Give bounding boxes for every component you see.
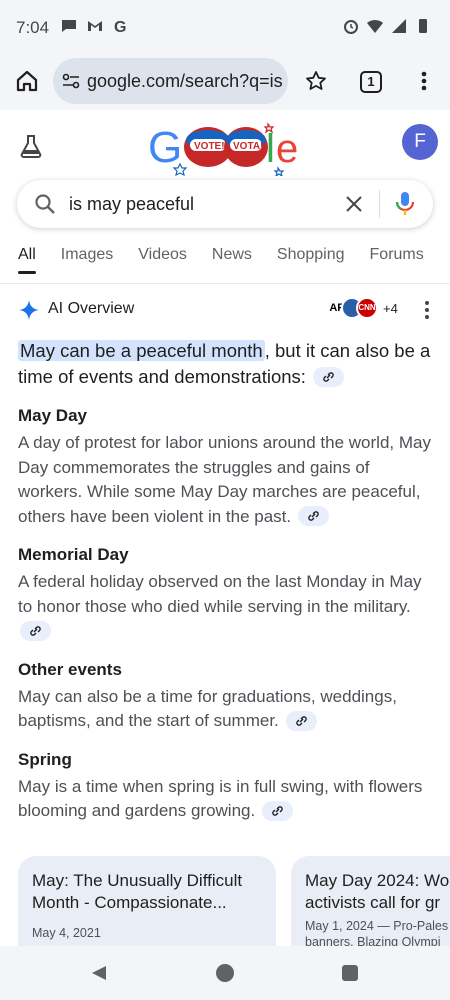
system-icons xyxy=(342,17,432,35)
citation-link[interactable] xyxy=(297,506,329,527)
section-title: Memorial Day xyxy=(18,545,129,564)
home-icon[interactable] xyxy=(14,68,40,94)
link-icon xyxy=(323,372,334,382)
signal-icon xyxy=(392,19,406,33)
search-tabs: All Images Videos News Shopping Forums xyxy=(18,246,449,274)
link-icon xyxy=(308,511,319,521)
google-g-icon: G xyxy=(114,19,126,35)
back-icon[interactable] xyxy=(90,964,108,982)
status-bar: 7:04 G xyxy=(0,0,450,56)
tab-news[interactable]: News xyxy=(212,246,252,272)
link-icon xyxy=(30,625,41,636)
search-input[interactable]: is may peaceful xyxy=(69,194,194,215)
highlighted-answer: May can be a peaceful month xyxy=(18,340,265,361)
battery-icon xyxy=(419,19,427,33)
account-avatar[interactable]: F xyxy=(402,124,438,160)
svg-text:e: e xyxy=(276,127,298,171)
more-sources-count: +4 xyxy=(383,300,398,316)
section-memorial-day: Memorial Day A federal holiday observed … xyxy=(18,543,436,644)
citation-link[interactable] xyxy=(261,800,293,821)
section-title: Spring xyxy=(18,749,72,769)
section-body: May is a time when spring is in full swi… xyxy=(18,776,423,821)
source-card-title: May: The Unusually Difficult Month - Com… xyxy=(32,871,243,912)
section-title: Other events xyxy=(18,659,122,679)
labs-flask-icon[interactable] xyxy=(18,133,44,159)
link-icon xyxy=(272,805,283,816)
source-avatars[interactable]: AP CNN +4 xyxy=(326,297,398,319)
browser-toolbar: google.com/search?q=is 1 xyxy=(0,56,450,110)
svg-text:VOTA!: VOTA! xyxy=(233,141,263,152)
source-cnn-logo: CNN xyxy=(356,297,378,319)
source-card[interactable]: May: The Unusually Difficult Month - Com… xyxy=(18,856,276,946)
source-card-title: May Day 2024: Wo activists call for gr xyxy=(305,871,450,912)
notification-icons: G xyxy=(60,17,130,35)
ai-overview-title: AI Overview xyxy=(48,300,135,317)
more-options-icon[interactable] xyxy=(414,69,434,93)
tab-videos[interactable]: Videos xyxy=(138,246,187,272)
url-text: google.com/search?q=is xyxy=(87,70,283,91)
recents-icon[interactable] xyxy=(342,965,358,981)
section-other-events: Other events May can also be a time for … xyxy=(18,658,436,734)
source-card-snippet: May 1, 2024 — Pro-Pales banners. Blazing … xyxy=(305,919,449,946)
citation-link[interactable] xyxy=(285,710,317,731)
section-may-day: May Day A day of protest for labor union… xyxy=(18,404,436,529)
tabs-divider xyxy=(0,283,450,284)
search-divider xyxy=(379,190,380,218)
section-title: May Day xyxy=(18,406,87,425)
tab-shopping[interactable]: Shopping xyxy=(277,246,345,272)
section-body: A day of protest for labor unions around… xyxy=(18,433,431,527)
source-card[interactable]: May Day 2024: Wo activists call for gr Ma… xyxy=(291,856,450,946)
link-icon xyxy=(295,715,307,726)
source-card-date: May 4, 2021 xyxy=(32,926,101,940)
tab-images[interactable]: Images xyxy=(61,246,113,272)
ai-sparkle-icon xyxy=(19,300,39,320)
tab-all[interactable]: All xyxy=(18,246,36,274)
home-nav-icon[interactable] xyxy=(216,964,234,982)
microphone-icon[interactable] xyxy=(395,191,415,217)
clear-icon[interactable] xyxy=(343,193,365,215)
wifi-icon xyxy=(367,19,383,33)
svg-text:G: G xyxy=(148,123,182,172)
url-bar[interactable]: google.com/search?q=is xyxy=(53,58,288,104)
gmail-icon xyxy=(88,21,102,31)
status-time: 7:04 xyxy=(16,18,50,37)
section-body: A federal holiday observed on the last M… xyxy=(18,570,436,644)
citation-link[interactable] xyxy=(313,367,345,388)
site-settings-icon[interactable] xyxy=(61,71,81,91)
tab-forums[interactable]: Forums xyxy=(370,246,424,272)
section-body: May can also be a time for graduations, … xyxy=(18,686,397,731)
section-spring: Spring May is a time when spring is in f… xyxy=(18,748,436,824)
svg-text:G: G xyxy=(114,19,126,35)
ai-overview-summary: May can be a peaceful month, but it can … xyxy=(18,338,436,390)
chat-bubble-icon xyxy=(62,20,76,32)
bookmark-star-icon[interactable] xyxy=(304,69,328,93)
ai-overview-menu-icon[interactable] xyxy=(420,299,434,321)
google-doodle-logo[interactable]: G VOTE! VOTA! l e xyxy=(148,120,304,176)
search-box[interactable]: is may peaceful xyxy=(17,180,433,228)
svg-text:VOTE!: VOTE! xyxy=(194,141,225,152)
ai-overview-content: May can be a peaceful month, but it can … xyxy=(18,338,436,824)
system-nav-bar xyxy=(0,946,450,1000)
search-icon xyxy=(35,194,55,214)
tab-switcher-button[interactable]: 1 xyxy=(360,71,382,93)
alarm-icon xyxy=(344,20,358,34)
svg-text:l: l xyxy=(266,127,275,171)
citation-link[interactable] xyxy=(20,620,51,641)
